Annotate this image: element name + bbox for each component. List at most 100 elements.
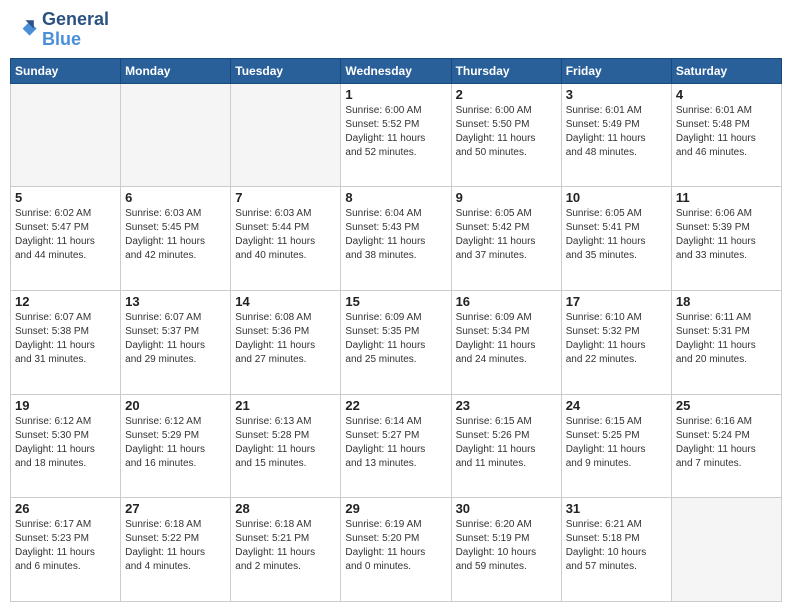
day-cell xyxy=(121,83,231,187)
weekday-header-row: SundayMondayTuesdayWednesdayThursdayFrid… xyxy=(11,58,782,83)
day-number: 23 xyxy=(456,398,557,413)
day-cell: 12 Sunrise: 6:07 AMSunset: 5:38 PMDayligh… xyxy=(11,290,121,394)
day-cell: 17Sunrise: 6:10 AMSunset: 5:32 PMDayligh… xyxy=(561,290,671,394)
day-number: 19 xyxy=(15,398,116,413)
day-cell xyxy=(11,83,121,187)
day-number: 9 xyxy=(456,190,557,205)
day-info: Sunrise: 6:08 AMSunset: 5:36 PMDaylight:… xyxy=(235,311,336,367)
day-info: Sunrise: 6:18 AMSunset: 5:21 PMDaylight:… xyxy=(235,518,336,574)
day-number: 29 xyxy=(345,501,446,516)
weekday-header-tuesday: Tuesday xyxy=(231,58,341,83)
day-number: 24 xyxy=(566,398,667,413)
day-cell: 28 Sunrise: 6:18 AMSunset: 5:21 PMDayligh… xyxy=(231,498,341,602)
day-info: Sunrise: 6:19 AMSunset: 5:20 PMDaylight:… xyxy=(345,518,446,574)
day-number: 2 xyxy=(456,87,557,102)
day-info: Sunrise: 6:00 AMSunset: 5:52 PMDaylight:… xyxy=(345,104,446,160)
day-number: 12 xyxy=(15,294,116,309)
day-number: 15 xyxy=(345,294,446,309)
day-number: 28 xyxy=(235,501,336,516)
day-info: Sunrise: 6:14 AMSunset: 5:27 PMDaylight:… xyxy=(345,415,446,471)
day-cell: 5 Sunrise: 6:02 AMSunset: 5:47 PMDaylight… xyxy=(11,187,121,291)
day-info: Sunrise: 6:12 AMSunset: 5:30 PMDaylight:… xyxy=(15,415,116,471)
page: General Blue SundayMondayTuesdayWednesda… xyxy=(0,0,792,612)
day-info: Sunrise: 6:17 AMSunset: 5:23 PMDaylight:… xyxy=(15,518,116,574)
day-info: Sunrise: 6:13 AMSunset: 5:28 PMDaylight:… xyxy=(235,415,336,471)
day-info: Sunrise: 6:07 AMSunset: 5:37 PMDaylight:… xyxy=(125,311,226,367)
day-number: 20 xyxy=(125,398,226,413)
day-info: Sunrise: 6:00 AMSunset: 5:50 PMDaylight:… xyxy=(456,104,557,160)
logo-icon xyxy=(10,16,38,44)
day-number: 13 xyxy=(125,294,226,309)
day-number: 11 xyxy=(676,190,777,205)
day-cell: 18 Sunrise: 6:11 AMSunset: 5:31 PMDayligh… xyxy=(671,290,781,394)
day-info: Sunrise: 6:03 AMSunset: 5:45 PMDaylight:… xyxy=(125,207,226,263)
logo: General Blue xyxy=(10,10,109,50)
day-info: Sunrise: 6:09 AMSunset: 5:35 PMDaylight:… xyxy=(345,311,446,367)
weekday-header-friday: Friday xyxy=(561,58,671,83)
day-number: 7 xyxy=(235,190,336,205)
day-info: Sunrise: 6:21 AMSunset: 5:18 PMDaylight:… xyxy=(566,518,667,574)
day-cell: 4 Sunrise: 6:01 AMSunset: 5:48 PMDaylight… xyxy=(671,83,781,187)
day-number: 16 xyxy=(456,294,557,309)
day-number: 18 xyxy=(676,294,777,309)
day-cell: 27 Sunrise: 6:18 AMSunset: 5:22 PMDayligh… xyxy=(121,498,231,602)
day-cell: 29 Sunrise: 6:19 AMSunset: 5:20 PMDayligh… xyxy=(341,498,451,602)
day-info: Sunrise: 6:11 AMSunset: 5:31 PMDaylight:… xyxy=(676,311,777,367)
logo-text: General Blue xyxy=(42,10,109,50)
day-info: Sunrise: 6:15 AMSunset: 5:25 PMDaylight:… xyxy=(566,415,667,471)
day-cell: 10Sunrise: 6:05 AMSunset: 5:41 PMDayligh… xyxy=(561,187,671,291)
day-info: Sunrise: 6:05 AMSunset: 5:41 PMDaylight:… xyxy=(566,207,667,263)
header: General Blue xyxy=(10,10,782,50)
day-number: 27 xyxy=(125,501,226,516)
day-number: 26 xyxy=(15,501,116,516)
day-cell: 23 Sunrise: 6:15 AMSunset: 5:26 PMDayligh… xyxy=(451,394,561,498)
day-cell: 16 Sunrise: 6:09 AMSunset: 5:34 PMDayligh… xyxy=(451,290,561,394)
week-row-5: 26 Sunrise: 6:17 AMSunset: 5:23 PMDayligh… xyxy=(11,498,782,602)
day-cell: 25Sunrise: 6:16 AMSunset: 5:24 PMDayligh… xyxy=(671,394,781,498)
day-cell: 11Sunrise: 6:06 AMSunset: 5:39 PMDayligh… xyxy=(671,187,781,291)
day-cell: 30 Sunrise: 6:20 AMSunset: 5:19 PMDayligh… xyxy=(451,498,561,602)
day-cell: 31Sunrise: 6:21 AMSunset: 5:18 PMDayligh… xyxy=(561,498,671,602)
day-info: Sunrise: 6:09 AMSunset: 5:34 PMDaylight:… xyxy=(456,311,557,367)
day-cell: 1 Sunrise: 6:00 AMSunset: 5:52 PMDaylight… xyxy=(341,83,451,187)
weekday-header-sunday: Sunday xyxy=(11,58,121,83)
day-cell: 15 Sunrise: 6:09 AMSunset: 5:35 PMDayligh… xyxy=(341,290,451,394)
day-info: Sunrise: 6:07 AMSunset: 5:38 PMDaylight:… xyxy=(15,311,116,367)
day-number: 4 xyxy=(676,87,777,102)
day-cell: 3 Sunrise: 6:01 AMSunset: 5:49 PMDaylight… xyxy=(561,83,671,187)
day-info: Sunrise: 6:18 AMSunset: 5:22 PMDaylight:… xyxy=(125,518,226,574)
day-cell: 26 Sunrise: 6:17 AMSunset: 5:23 PMDayligh… xyxy=(11,498,121,602)
day-cell: 22 Sunrise: 6:14 AMSunset: 5:27 PMDayligh… xyxy=(341,394,451,498)
day-info: Sunrise: 6:12 AMSunset: 5:29 PMDaylight:… xyxy=(125,415,226,471)
day-number: 14 xyxy=(235,294,336,309)
day-info: Sunrise: 6:01 AMSunset: 5:49 PMDaylight:… xyxy=(566,104,667,160)
day-number: 5 xyxy=(15,190,116,205)
day-number: 30 xyxy=(456,501,557,516)
day-cell: 19 Sunrise: 6:12 AMSunset: 5:30 PMDayligh… xyxy=(11,394,121,498)
day-number: 6 xyxy=(125,190,226,205)
day-info: Sunrise: 6:16 AMSunset: 5:24 PMDaylight:… xyxy=(676,415,777,471)
day-info: Sunrise: 6:10 AMSunset: 5:32 PMDaylight:… xyxy=(566,311,667,367)
day-cell: 6 Sunrise: 6:03 AMSunset: 5:45 PMDaylight… xyxy=(121,187,231,291)
day-number: 22 xyxy=(345,398,446,413)
day-info: Sunrise: 6:15 AMSunset: 5:26 PMDaylight:… xyxy=(456,415,557,471)
weekday-header-wednesday: Wednesday xyxy=(341,58,451,83)
day-number: 3 xyxy=(566,87,667,102)
day-cell: 2 Sunrise: 6:00 AMSunset: 5:50 PMDaylight… xyxy=(451,83,561,187)
week-row-1: 1 Sunrise: 6:00 AMSunset: 5:52 PMDaylight… xyxy=(11,83,782,187)
day-info: Sunrise: 6:20 AMSunset: 5:19 PMDaylight:… xyxy=(456,518,557,574)
day-info: Sunrise: 6:03 AMSunset: 5:44 PMDaylight:… xyxy=(235,207,336,263)
day-cell: 13 Sunrise: 6:07 AMSunset: 5:37 PMDayligh… xyxy=(121,290,231,394)
day-cell: 14 Sunrise: 6:08 AMSunset: 5:36 PMDayligh… xyxy=(231,290,341,394)
day-cell: 8Sunrise: 6:04 AMSunset: 5:43 PMDaylight… xyxy=(341,187,451,291)
day-info: Sunrise: 6:02 AMSunset: 5:47 PMDaylight:… xyxy=(15,207,116,263)
weekday-header-saturday: Saturday xyxy=(671,58,781,83)
day-cell: 24 Sunrise: 6:15 AMSunset: 5:25 PMDayligh… xyxy=(561,394,671,498)
day-info: Sunrise: 6:05 AMSunset: 5:42 PMDaylight:… xyxy=(456,207,557,263)
day-info: Sunrise: 6:01 AMSunset: 5:48 PMDaylight:… xyxy=(676,104,777,160)
week-row-2: 5 Sunrise: 6:02 AMSunset: 5:47 PMDaylight… xyxy=(11,187,782,291)
day-cell xyxy=(231,83,341,187)
week-row-3: 12 Sunrise: 6:07 AMSunset: 5:38 PMDayligh… xyxy=(11,290,782,394)
day-number: 21 xyxy=(235,398,336,413)
day-number: 1 xyxy=(345,87,446,102)
